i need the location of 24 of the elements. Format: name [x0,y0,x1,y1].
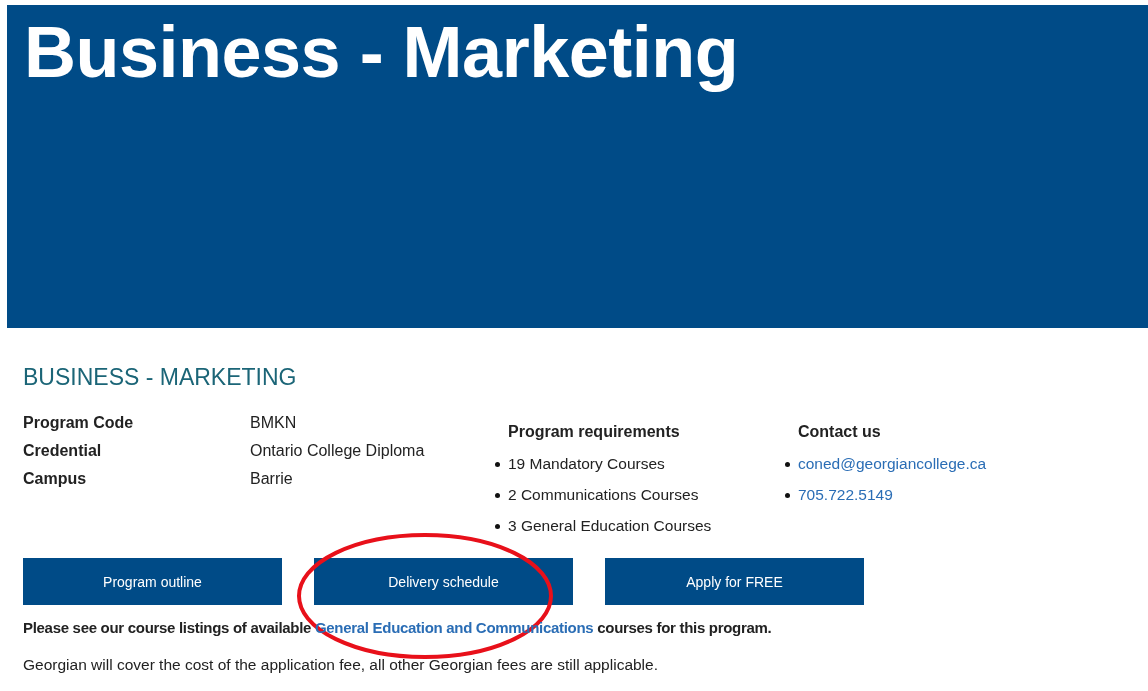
bullet-icon [495,523,500,529]
contact-link[interactable]: 705.722.5149 [798,486,893,504]
detail-label: Program Code [23,413,135,432]
detail-value: Ontario College Diploma [250,441,426,460]
bullet-icon [785,461,790,467]
requirement-item: 2 Communications Courses [508,486,699,504]
detail-value: Barrie [250,469,294,488]
contact-link[interactable]: coned@georgiancollege.ca [798,455,987,473]
action-button[interactable]: Program outline [23,558,282,605]
detail-value: BMKN [250,413,298,432]
bullet-icon [495,492,500,498]
requirements-title: Program requirements [508,423,680,441]
page-title: Business - Marketing [24,11,740,94]
detail-label: Credential [23,441,103,460]
bullet-icon [495,461,500,467]
fee-note: Georgian will cover the cost of the application fee, all other Georgian fees are still applicable. [23,656,659,674]
action-button[interactable]: Delivery schedule [314,558,573,605]
contact-title: Contact us [798,423,881,441]
requirement-item: 3 General Education Courses [508,517,712,535]
detail-label: Campus [23,469,88,488]
bullet-icon [785,492,790,498]
action-button[interactable]: Apply for FREE [605,558,864,605]
requirement-item: 19 Mandatory Courses [508,455,665,473]
program-heading: BUSINESS - MARKETING [23,364,298,391]
